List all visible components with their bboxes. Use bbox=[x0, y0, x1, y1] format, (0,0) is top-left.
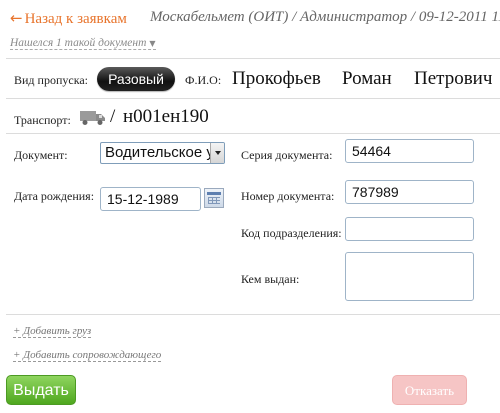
add-escort-link[interactable]: + Добавить сопровождающего bbox=[13, 349, 162, 362]
truck-icon bbox=[80, 111, 105, 125]
found-documents-label: Нашелся 1 такой документ bbox=[10, 37, 147, 49]
issue-button[interactable]: Выдать bbox=[6, 375, 76, 405]
caret-down-icon: ▼ bbox=[149, 39, 156, 48]
calendar-icon[interactable] bbox=[204, 188, 224, 208]
transport-separator: / bbox=[110, 106, 116, 127]
document-type-value: Водительское у bbox=[105, 144, 214, 161]
document-series-input[interactable] bbox=[345, 139, 474, 163]
back-to-requests-link[interactable]: ← Назад к заявкам bbox=[10, 9, 127, 28]
divider bbox=[6, 98, 500, 99]
refuse-button[interactable]: Отказать bbox=[392, 375, 467, 405]
birth-date-input[interactable] bbox=[100, 187, 201, 211]
pass-type-badge[interactable]: Разовый bbox=[97, 67, 175, 91]
pass-type-label: Вид пропуска: bbox=[14, 73, 89, 87]
last-name: Прокофьев bbox=[232, 68, 321, 89]
document-number-input[interactable] bbox=[345, 180, 474, 204]
series-label: Серия документа: bbox=[241, 148, 333, 162]
first-name: Роман bbox=[342, 68, 392, 89]
document-label: Документ: bbox=[14, 148, 68, 162]
chevron-down-icon bbox=[210, 143, 224, 163]
fio-label: Ф.И.О: bbox=[185, 73, 222, 87]
header-info: Москабельмет (ОИТ) / Администратор / 09-… bbox=[150, 9, 500, 25]
divider bbox=[6, 58, 500, 59]
transport-label: Транспорт: bbox=[14, 113, 71, 127]
arrow-left-icon: ← bbox=[10, 9, 23, 27]
transport-plate: н001ен190 bbox=[123, 106, 209, 127]
middle-name: Петрович bbox=[414, 68, 493, 89]
number-label: Номер документа: bbox=[241, 189, 335, 203]
found-documents-dropdown[interactable]: Нашелся 1 такой документ ▼ bbox=[10, 37, 156, 50]
birth-date-label: Дата рождения: bbox=[14, 189, 95, 203]
dept-code-label: Код подразделения: bbox=[241, 226, 342, 240]
issued-by-textarea[interactable] bbox=[345, 252, 474, 301]
divider bbox=[6, 314, 500, 315]
dept-code-input[interactable] bbox=[345, 217, 474, 241]
back-link-label: Назад к заявкам bbox=[24, 11, 127, 27]
document-type-select[interactable]: Водительское у bbox=[100, 142, 225, 164]
divider bbox=[6, 133, 500, 134]
add-cargo-link[interactable]: + Добавить груз bbox=[13, 325, 92, 338]
issued-by-label: Кем выдан: bbox=[241, 272, 300, 286]
